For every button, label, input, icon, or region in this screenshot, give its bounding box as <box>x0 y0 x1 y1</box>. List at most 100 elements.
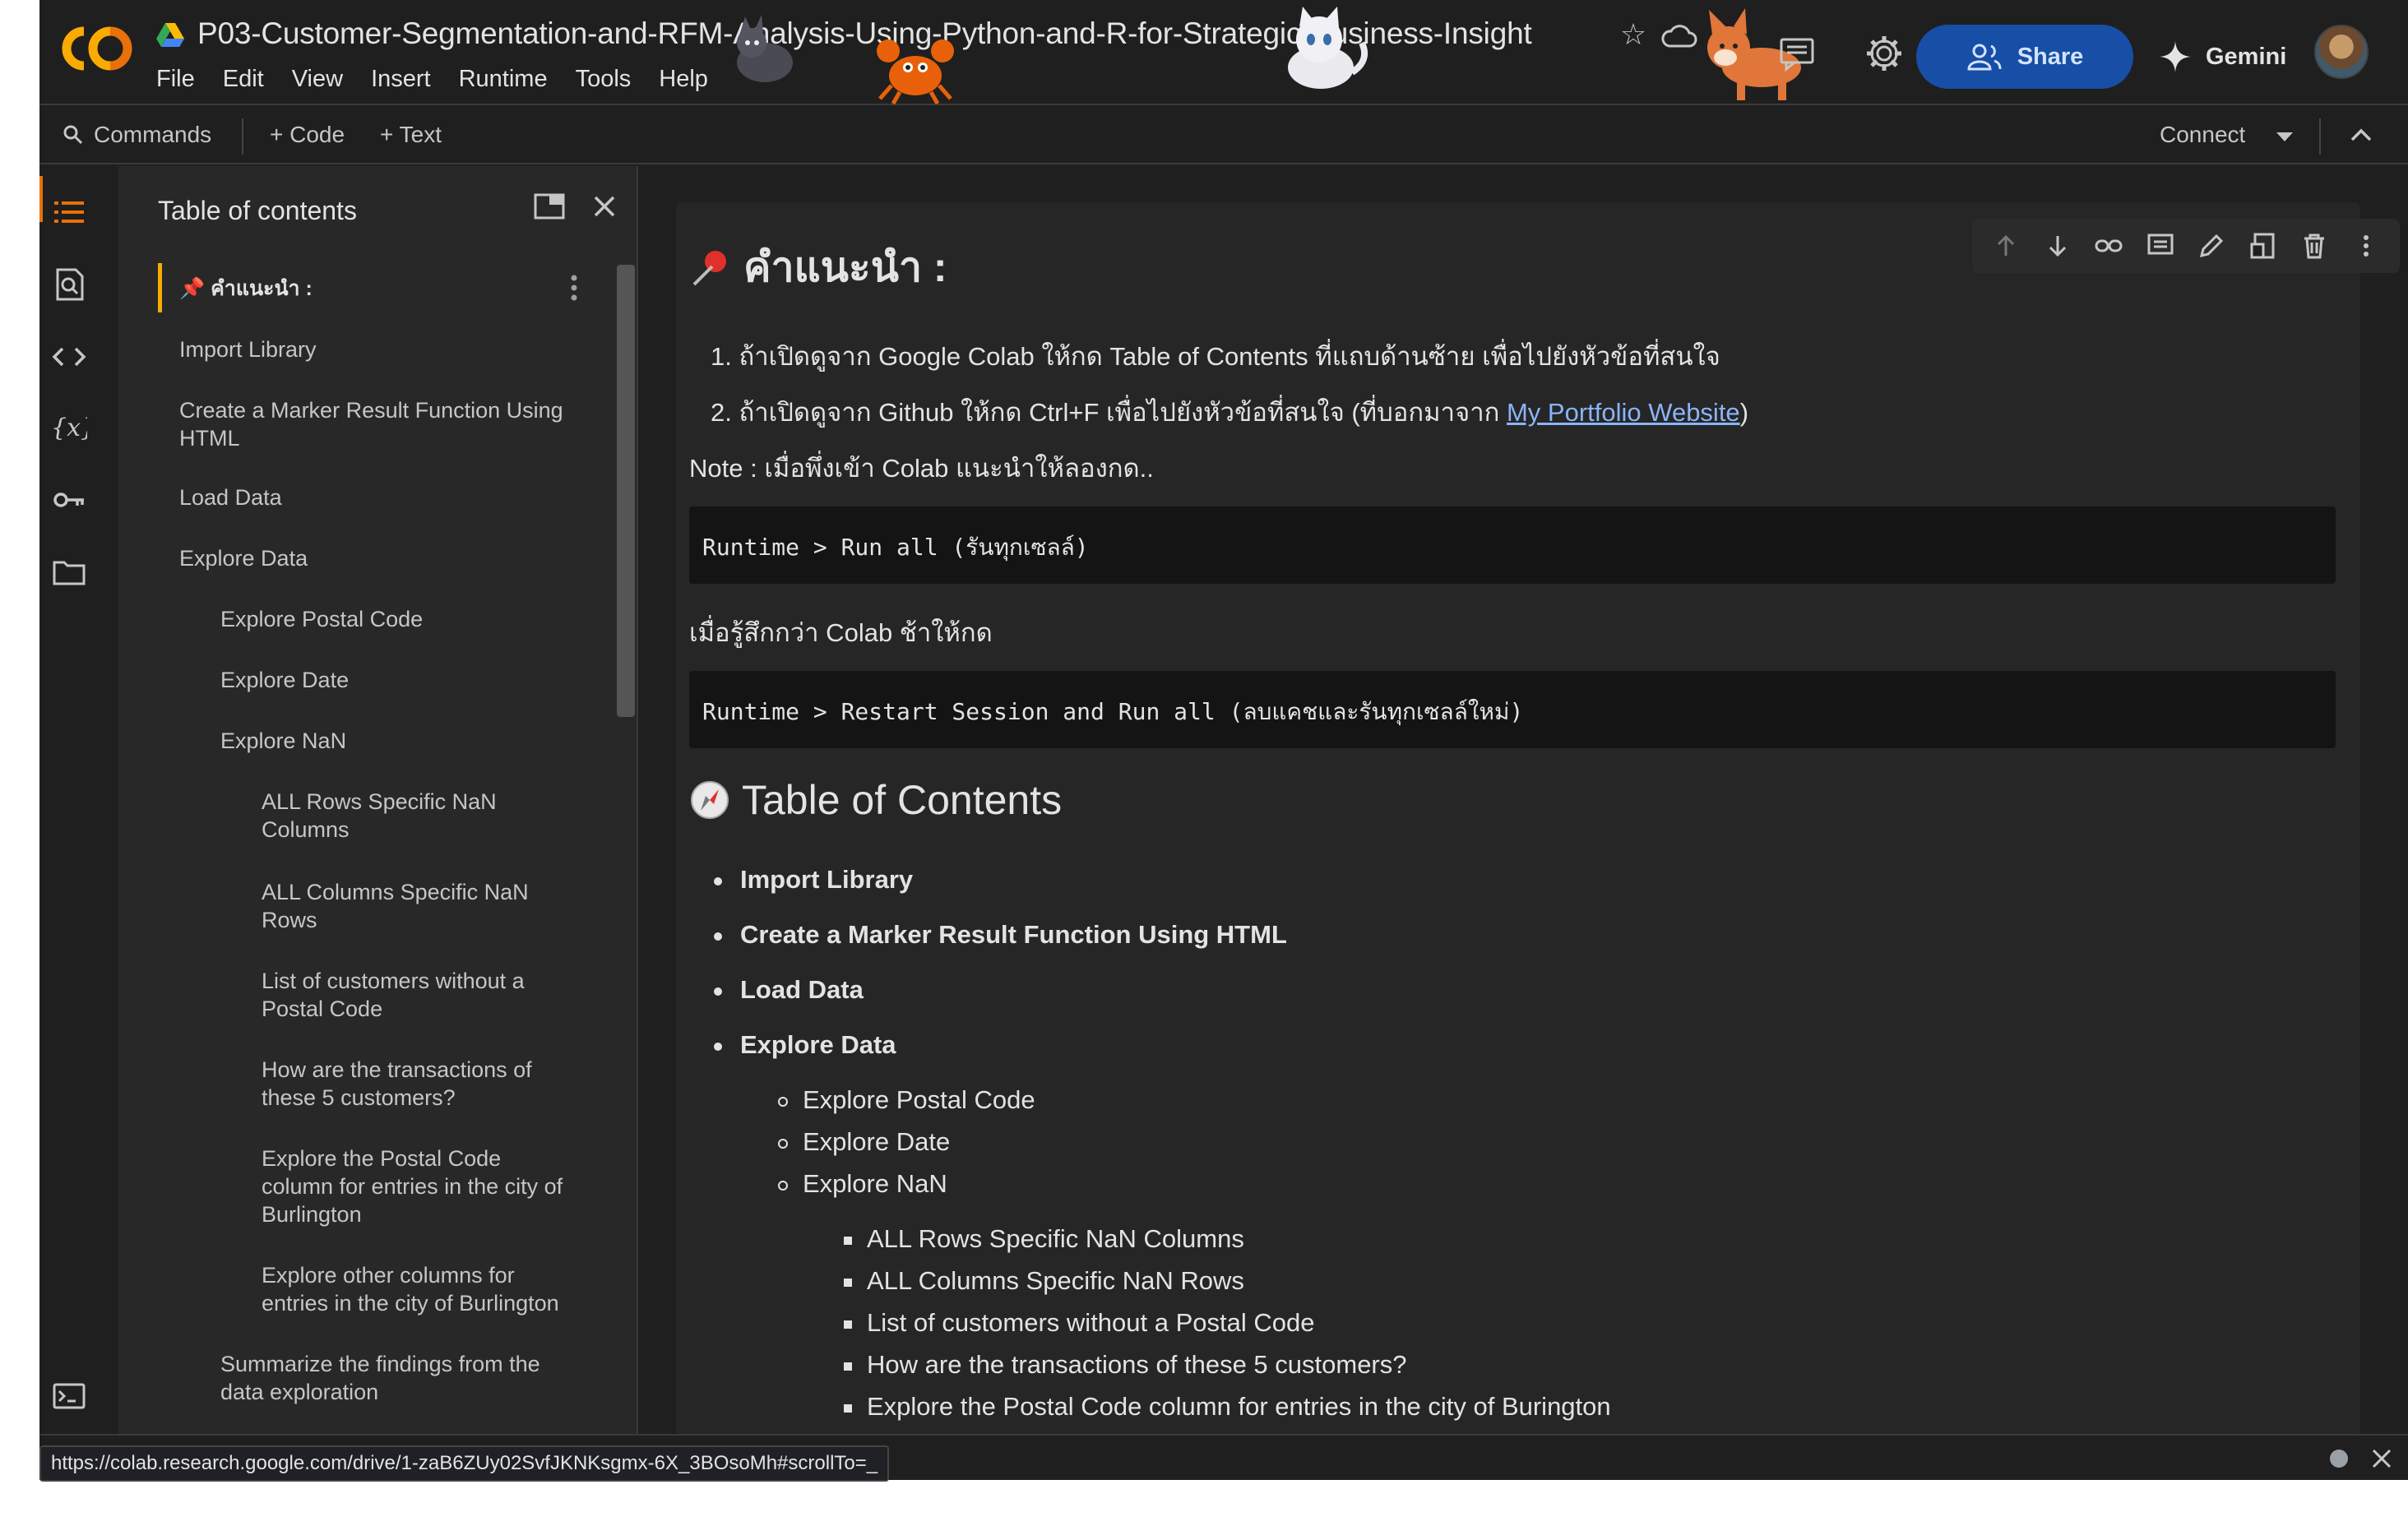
page: P03-Customer-Segmentation-and-RFM-Analys… <box>0 0 2408 1526</box>
more-vert-icon[interactable] <box>569 273 579 306</box>
colab-logo[interactable] <box>59 23 135 74</box>
toc-item-load-data[interactable]: Load Data <box>179 483 590 511</box>
commands-button[interactable]: Commands <box>63 122 211 148</box>
step-2-suffix: ) <box>1739 398 1749 427</box>
toc-panel: Table of contents 📌 คำแนะนำ : Import Lib… <box>118 166 638 1434</box>
toc-item-explore-date[interactable]: Explore Date <box>220 666 590 694</box>
list-item: Explore Data <box>714 1030 896 1060</box>
list-item: ALL Rows Specific NaN Columns <box>844 1224 1244 1254</box>
gemini-button[interactable]: Gemini <box>2151 25 2316 89</box>
toc-item-import-library[interactable]: Import Library <box>179 335 590 363</box>
menu-edit[interactable]: Edit <box>223 66 264 93</box>
header: P03-Customer-Segmentation-and-RFM-Analys… <box>39 0 2408 105</box>
toc-scrollbar[interactable] <box>617 265 635 717</box>
white-cat-pet-icon <box>1288 7 1368 89</box>
commands-label: Commands <box>94 122 212 147</box>
open-in-tab-icon[interactable] <box>533 192 566 220</box>
share-button[interactable]: Share <box>1916 25 2133 89</box>
connect-dropdown-icon[interactable] <box>2275 128 2295 145</box>
list-item: Explore NaN <box>778 1169 947 1199</box>
rail-active-indicator <box>39 176 43 222</box>
bullet-postal-burlington: Explore the Postal Code column for entri… <box>867 1392 1611 1421</box>
compass-icon <box>691 781 729 819</box>
menu-view[interactable]: View <box>292 66 343 93</box>
toc-item-explore-nan[interactable]: Explore NaN <box>220 727 590 755</box>
heading-instructions-text: คำแนะนำ : <box>743 244 947 290</box>
toolbar-divider <box>2319 118 2321 155</box>
toc-item-marker-function[interactable]: Create a Marker Result Function Using HT… <box>179 396 590 452</box>
add-code-button[interactable]: + Code <box>270 122 345 148</box>
instruction-step-1: 1. ถ้าเปิดดูจาก Google Colab ให้กด Table… <box>711 342 1720 371</box>
bullet-import-library: Import Library <box>740 865 914 894</box>
delete-trash-icon[interactable] <box>2299 231 2329 261</box>
menu-file[interactable]: File <box>156 66 195 93</box>
toc-item-customers-no-postal[interactable]: List of customers without a Postal Code <box>262 967 566 1023</box>
list-item: ALL Columns Specific NaN Rows <box>844 1266 1244 1296</box>
find-replace-icon[interactable] <box>51 266 87 303</box>
avatar[interactable] <box>2314 25 2369 79</box>
sparkle-icon <box>2160 41 2191 72</box>
code-snippets-icon[interactable] <box>51 339 87 375</box>
connect-button[interactable]: Connect <box>2160 122 2245 148</box>
link-icon[interactable] <box>2094 231 2123 261</box>
list-item: Explore Postal Code <box>778 1085 1035 1115</box>
toc-item-summarize[interactable]: Summarize the findings from the data exp… <box>220 1350 582 1406</box>
secrets-key-icon[interactable] <box>51 482 87 518</box>
menu-tools[interactable]: Tools <box>576 66 632 93</box>
link-url-tooltip: https://colab.research.google.com/drive/… <box>39 1445 890 1482</box>
add-text-button[interactable]: + Text <box>380 122 442 148</box>
table-of-contents-icon[interactable] <box>51 194 87 230</box>
bullet-columns-nan: ALL Columns Specific NaN Rows <box>867 1266 1244 1295</box>
toc-item-transactions[interactable]: How are the transactions of these 5 cust… <box>262 1056 566 1112</box>
drive-icon[interactable] <box>156 23 184 48</box>
heading-instructions: คำแนะนำ : <box>689 235 947 300</box>
list-item: Import Library <box>714 865 913 895</box>
close-icon[interactable] <box>2370 1447 2393 1470</box>
code-block-run-all: Runtime > Run all (รันทุกเซลล์) <box>689 506 2336 584</box>
edit-pencil-icon[interactable] <box>2197 231 2226 261</box>
toolbar-divider <box>242 118 243 155</box>
menu-runtime[interactable]: Runtime <box>459 66 548 93</box>
cell-toolbar <box>1972 219 2400 273</box>
instruction-step-2: 2. ถ้าเปิดดูจาก Github ให้กด Ctrl+F เพื่… <box>711 391 1748 432</box>
mirror-cell-icon[interactable] <box>2248 231 2278 261</box>
toc-item-rows-nan[interactable]: ALL Rows Specific NaN Columns <box>262 788 525 844</box>
close-icon[interactable] <box>592 194 617 219</box>
bullet-explore-postal-code: Explore Postal Code <box>803 1085 1035 1114</box>
menu-insert[interactable]: Insert <box>371 66 431 93</box>
toc-item-instructions[interactable]: 📌 คำแนะนำ : <box>179 275 549 303</box>
more-vert-icon[interactable] <box>2351 231 2381 261</box>
toc-item-postal-burlington[interactable]: Explore the Postal Code column for entri… <box>262 1144 566 1228</box>
menu-help[interactable]: Help <box>659 66 708 93</box>
variables-icon[interactable]: {x} <box>51 409 87 446</box>
collapse-chevron-up-icon[interactable] <box>2349 125 2373 146</box>
notebook-toolbar: Commands + Code + Text Connect <box>39 107 2408 164</box>
toc-item-explore-data[interactable]: Explore Data <box>179 544 590 572</box>
files-folder-icon[interactable] <box>51 554 87 590</box>
svg-text:{x}: {x} <box>51 414 87 442</box>
toc-item-explore-postal-code[interactable]: Explore Postal Code <box>220 605 590 633</box>
terminal-icon[interactable] <box>51 1378 87 1414</box>
bullet-customers-no-postal: List of customers without a Postal Code <box>867 1308 1315 1337</box>
comment-icon[interactable] <box>2146 231 2175 261</box>
portfolio-link[interactable]: My Portfolio Website <box>1507 398 1740 427</box>
settings-gear-icon[interactable] <box>1864 33 1905 74</box>
menu-bar: File Edit View Insert Runtime Tools Help <box>156 66 736 93</box>
move-up-icon[interactable] <box>1991 231 2021 261</box>
list-item: How are the transactions of these 5 cust… <box>844 1350 1407 1380</box>
toc-item-columns-nan[interactable]: ALL Columns Specific NaN Rows <box>262 878 566 934</box>
list-item: List of customers without a Postal Code <box>844 1308 1314 1338</box>
notebook-area: คำแนะนำ : 1. ถ้าเปิดดูจาก Google Colab ใ… <box>640 166 2408 1436</box>
comments-icon[interactable] <box>1776 33 1818 74</box>
note-text: Note : เมื่อพึ่งเข้า Colab แนะนำให้ลองกด… <box>689 454 1154 483</box>
text-cell[interactable]: คำแนะนำ : 1. ถ้าเปิดดูจาก Google Colab ใ… <box>676 202 2400 1436</box>
toc-item-other-columns-burlington[interactable]: Explore other columns for entries in the… <box>262 1261 582 1317</box>
heading-table-of-contents-text: Table of Contents <box>742 777 1063 823</box>
toc-active-indicator <box>158 263 162 312</box>
star-icon[interactable]: ☆ <box>1617 18 1650 51</box>
bullet-transactions: How are the transactions of these 5 cust… <box>867 1350 1407 1379</box>
bullet-explore-nan: Explore NaN <box>803 1169 947 1198</box>
move-down-icon[interactable] <box>2043 231 2072 261</box>
status-dot-icon[interactable] <box>2327 1447 2350 1470</box>
crab-pet-icon <box>877 39 954 105</box>
